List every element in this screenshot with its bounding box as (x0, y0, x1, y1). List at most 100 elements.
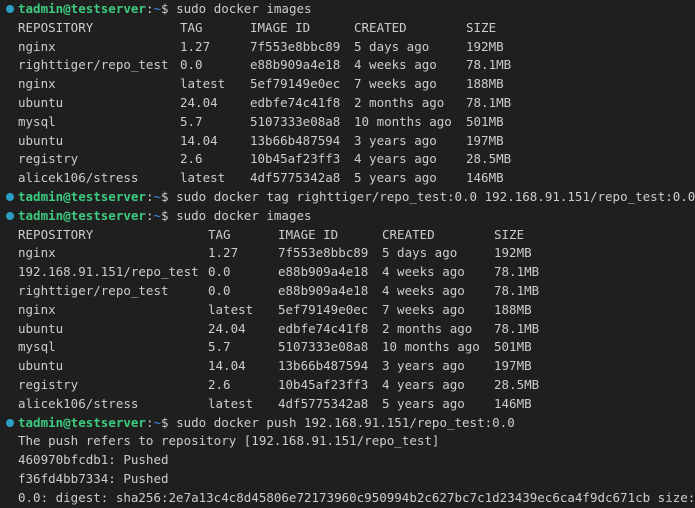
table-cell: 5 days ago (382, 245, 458, 261)
terminal-window[interactable]: tadmin@testserver:~$ sudo docker images R… (0, 0, 695, 505)
table-cell: e88b909a4e18 (278, 282, 369, 298)
table-cell: 14.04 (208, 358, 246, 374)
table-cell: 28.5MB (466, 151, 512, 167)
table-cell: 13b66b487594 (278, 358, 369, 374)
command-text: sudo docker images (176, 207, 312, 223)
table-cell: nginx (18, 245, 56, 261)
table-row: 192.168.91.151/repo_test 0.0 e88b909a4e18 4… (0, 263, 695, 282)
command-status-dot-icon[interactable] (6, 211, 14, 220)
table-cell: 4df5775342a8 (250, 170, 341, 186)
column-header: CREATED (382, 226, 435, 242)
table-cell: 1.27 (180, 38, 211, 54)
table-row: nginx 1.27 7f553e8bbc89 5 days ago 192MB (0, 244, 695, 263)
table-row: righttiger/repo_test 0.0 e88b909a4e18 4 wee… (0, 282, 695, 301)
table-row: ubuntu 14.04 13b66b487594 3 years ago 197MB (0, 357, 695, 376)
output-line: f36fd4bb7334: Pushed (0, 470, 695, 489)
table-cell: latest (180, 76, 226, 92)
prompt-symbol: $ (161, 414, 177, 430)
table-cell: edbfe74c41f8 (278, 320, 369, 336)
prompt-path: ~ (153, 207, 161, 223)
output-text: The push refers to repository [192.168.9… (18, 433, 440, 449)
table-cell: 10b45af23ff3 (278, 376, 369, 392)
table-cell: 4 weeks ago (382, 264, 465, 280)
prompt: tadmin@testserver:~$ sudo docker images (18, 207, 312, 226)
table-cell: edbfe74c41f8 (250, 94, 341, 110)
table-cell: nginx (18, 38, 56, 54)
table-cell: ubuntu (18, 358, 64, 374)
table-row: nginx latest 5ef79149e0ec 7 weeks ago 188MB (0, 75, 695, 94)
output-line: The push refers to repository [192.168.9… (0, 432, 695, 451)
prompt-symbol: $ (161, 1, 177, 16)
table-cell: 24.04 (208, 320, 246, 336)
command-status-dot-icon[interactable] (6, 5, 14, 13)
table-cell: latest (208, 395, 254, 411)
command-text: sudo docker images (176, 1, 312, 16)
table-cell: 197MB (466, 132, 504, 148)
prompt-line: tadmin@testserver:~$ sudo docker push 19… (0, 414, 695, 433)
output-line: 0.0: digest: sha256:2e7a13c4c8d45806e721… (0, 489, 695, 508)
command-text: sudo docker push 192.168.91.151/repo_tes… (176, 414, 515, 430)
table-row: alicek106/stress latest 4df5775342a8 5 year… (0, 169, 695, 188)
table-cell: righttiger/repo_test (18, 57, 169, 73)
table-cell: 5ef79149e0ec (250, 76, 341, 92)
table-cell: 2 months ago (354, 94, 445, 110)
output-text: 460970bfcdb1: Pushed (18, 452, 169, 468)
table-cell: 4 years ago (354, 151, 437, 167)
table-cell: 7f553e8bbc89 (250, 38, 341, 54)
command-status-dot-icon[interactable] (6, 418, 14, 427)
table-cell: 4 years ago (382, 376, 465, 392)
table-cell: e88b909a4e18 (250, 57, 341, 73)
table-cell: 0.0 (208, 264, 231, 280)
table-row: ubuntu 24.04 edbfe74c41f8 2 months ago 78.1M… (0, 320, 695, 339)
column-header: IMAGE ID (250, 19, 311, 35)
table-cell: latest (208, 301, 254, 317)
table-row: mysql 5.7 5107333e08a8 10 months ago 501MB (0, 113, 695, 132)
table-cell: 3 years ago (354, 132, 437, 148)
table-cell: 78.1MB (466, 57, 512, 73)
table-cell: 7f553e8bbc89 (278, 245, 369, 261)
table-cell: mysql (18, 113, 56, 129)
table-row: alicek106/stress latest 4df5775342a8 5 year… (0, 395, 695, 414)
table-cell: 5 days ago (354, 38, 430, 54)
table-row: registry 2.6 10b45af23ff3 4 years ago 28.5MB (0, 376, 695, 395)
table-cell: 78.1MB (494, 282, 540, 298)
table-cell: alicek106/stress (18, 170, 139, 186)
table-cell: latest (180, 170, 226, 186)
table-cell: 192MB (494, 245, 532, 261)
prompt-line: tadmin@testserver:~$ sudo docker tag rig… (0, 188, 695, 207)
output-text: 0.0: digest: sha256:2e7a13c4c8d45806e721… (18, 489, 695, 505)
command-text: sudo docker tag righttiger/repo_test:0.0… (176, 188, 695, 204)
table-cell: 2 months ago (382, 320, 473, 336)
table-cell: registry (18, 376, 79, 392)
table-cell: 0.0 (208, 282, 231, 298)
prompt: tadmin@testserver:~$ sudo docker images (18, 0, 312, 19)
table-cell: 2.6 (180, 151, 203, 167)
table-row: ubuntu 14.04 13b66b487594 3 years ago 197MB (0, 132, 695, 151)
table-header: REPOSITORY TAG IMAGE ID CREATED SIZE (0, 226, 695, 245)
table-cell: 0.0 (180, 57, 203, 73)
table-cell: 5107333e08a8 (250, 113, 341, 129)
prompt-line: tadmin@testserver:~$ sudo docker images (0, 207, 695, 226)
table-cell: nginx (18, 301, 56, 317)
column-header: SIZE (466, 19, 497, 35)
table-cell: 146MB (466, 170, 504, 186)
table-cell: 13b66b487594 (250, 132, 341, 148)
table-cell: 10 months ago (354, 113, 452, 129)
command-status-dot-icon[interactable] (6, 192, 14, 201)
table-cell: 14.04 (180, 132, 218, 148)
table-cell: 5 years ago (382, 395, 465, 411)
table-row: righttiger/repo_test 0.0 e88b909a4e18 4 wee… (0, 56, 695, 75)
table-cell: e88b909a4e18 (278, 264, 369, 280)
table-cell: 1.27 (208, 245, 239, 261)
table-cell: 78.1MB (466, 94, 512, 110)
column-header: CREATED (354, 19, 407, 35)
table-cell: 7 weeks ago (382, 301, 465, 317)
table-cell: ubuntu (18, 132, 64, 148)
table-cell: 192.168.91.151/repo_test (18, 264, 199, 280)
table-cell: mysql (18, 339, 56, 355)
prompt-user: tadmin@testserver (18, 188, 146, 204)
column-header: SIZE (494, 226, 525, 242)
table-cell: 5107333e08a8 (278, 339, 369, 355)
table-cell: ubuntu (18, 320, 64, 336)
column-header: REPOSITORY (18, 19, 94, 35)
